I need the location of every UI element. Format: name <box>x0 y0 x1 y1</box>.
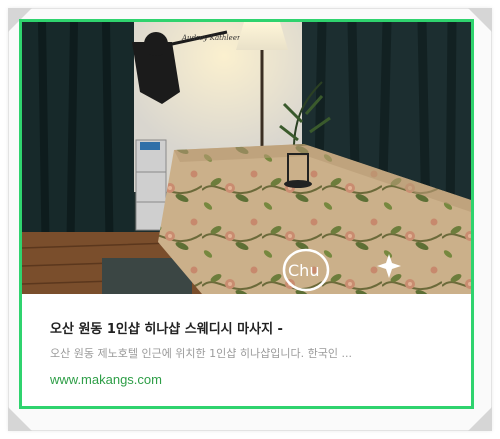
link-preview-card[interactable]: Audrey Kathleen Hepburn Chu 오산 원동 1인샵 히나… <box>19 19 474 409</box>
frame-corner-bottom-right <box>468 407 492 431</box>
card-description: 오산 원동 제노호텔 인근에 위치한 1인샵 히나샵입니다. 한국인 ... <box>50 347 352 360</box>
frame-corner-bottom-left <box>8 407 32 431</box>
card-title[interactable]: 오산 원동 1인샵 히나샵 스웨디시 마사지 - <box>50 318 460 337</box>
overlay-text: Chu <box>288 261 319 280</box>
room-photo: Audrey Kathleen Hepburn Chu <box>22 22 471 294</box>
thumbnail-image[interactable]: Audrey Kathleen Hepburn Chu <box>22 22 471 294</box>
card-url[interactable]: www.makangs.com <box>50 372 162 387</box>
